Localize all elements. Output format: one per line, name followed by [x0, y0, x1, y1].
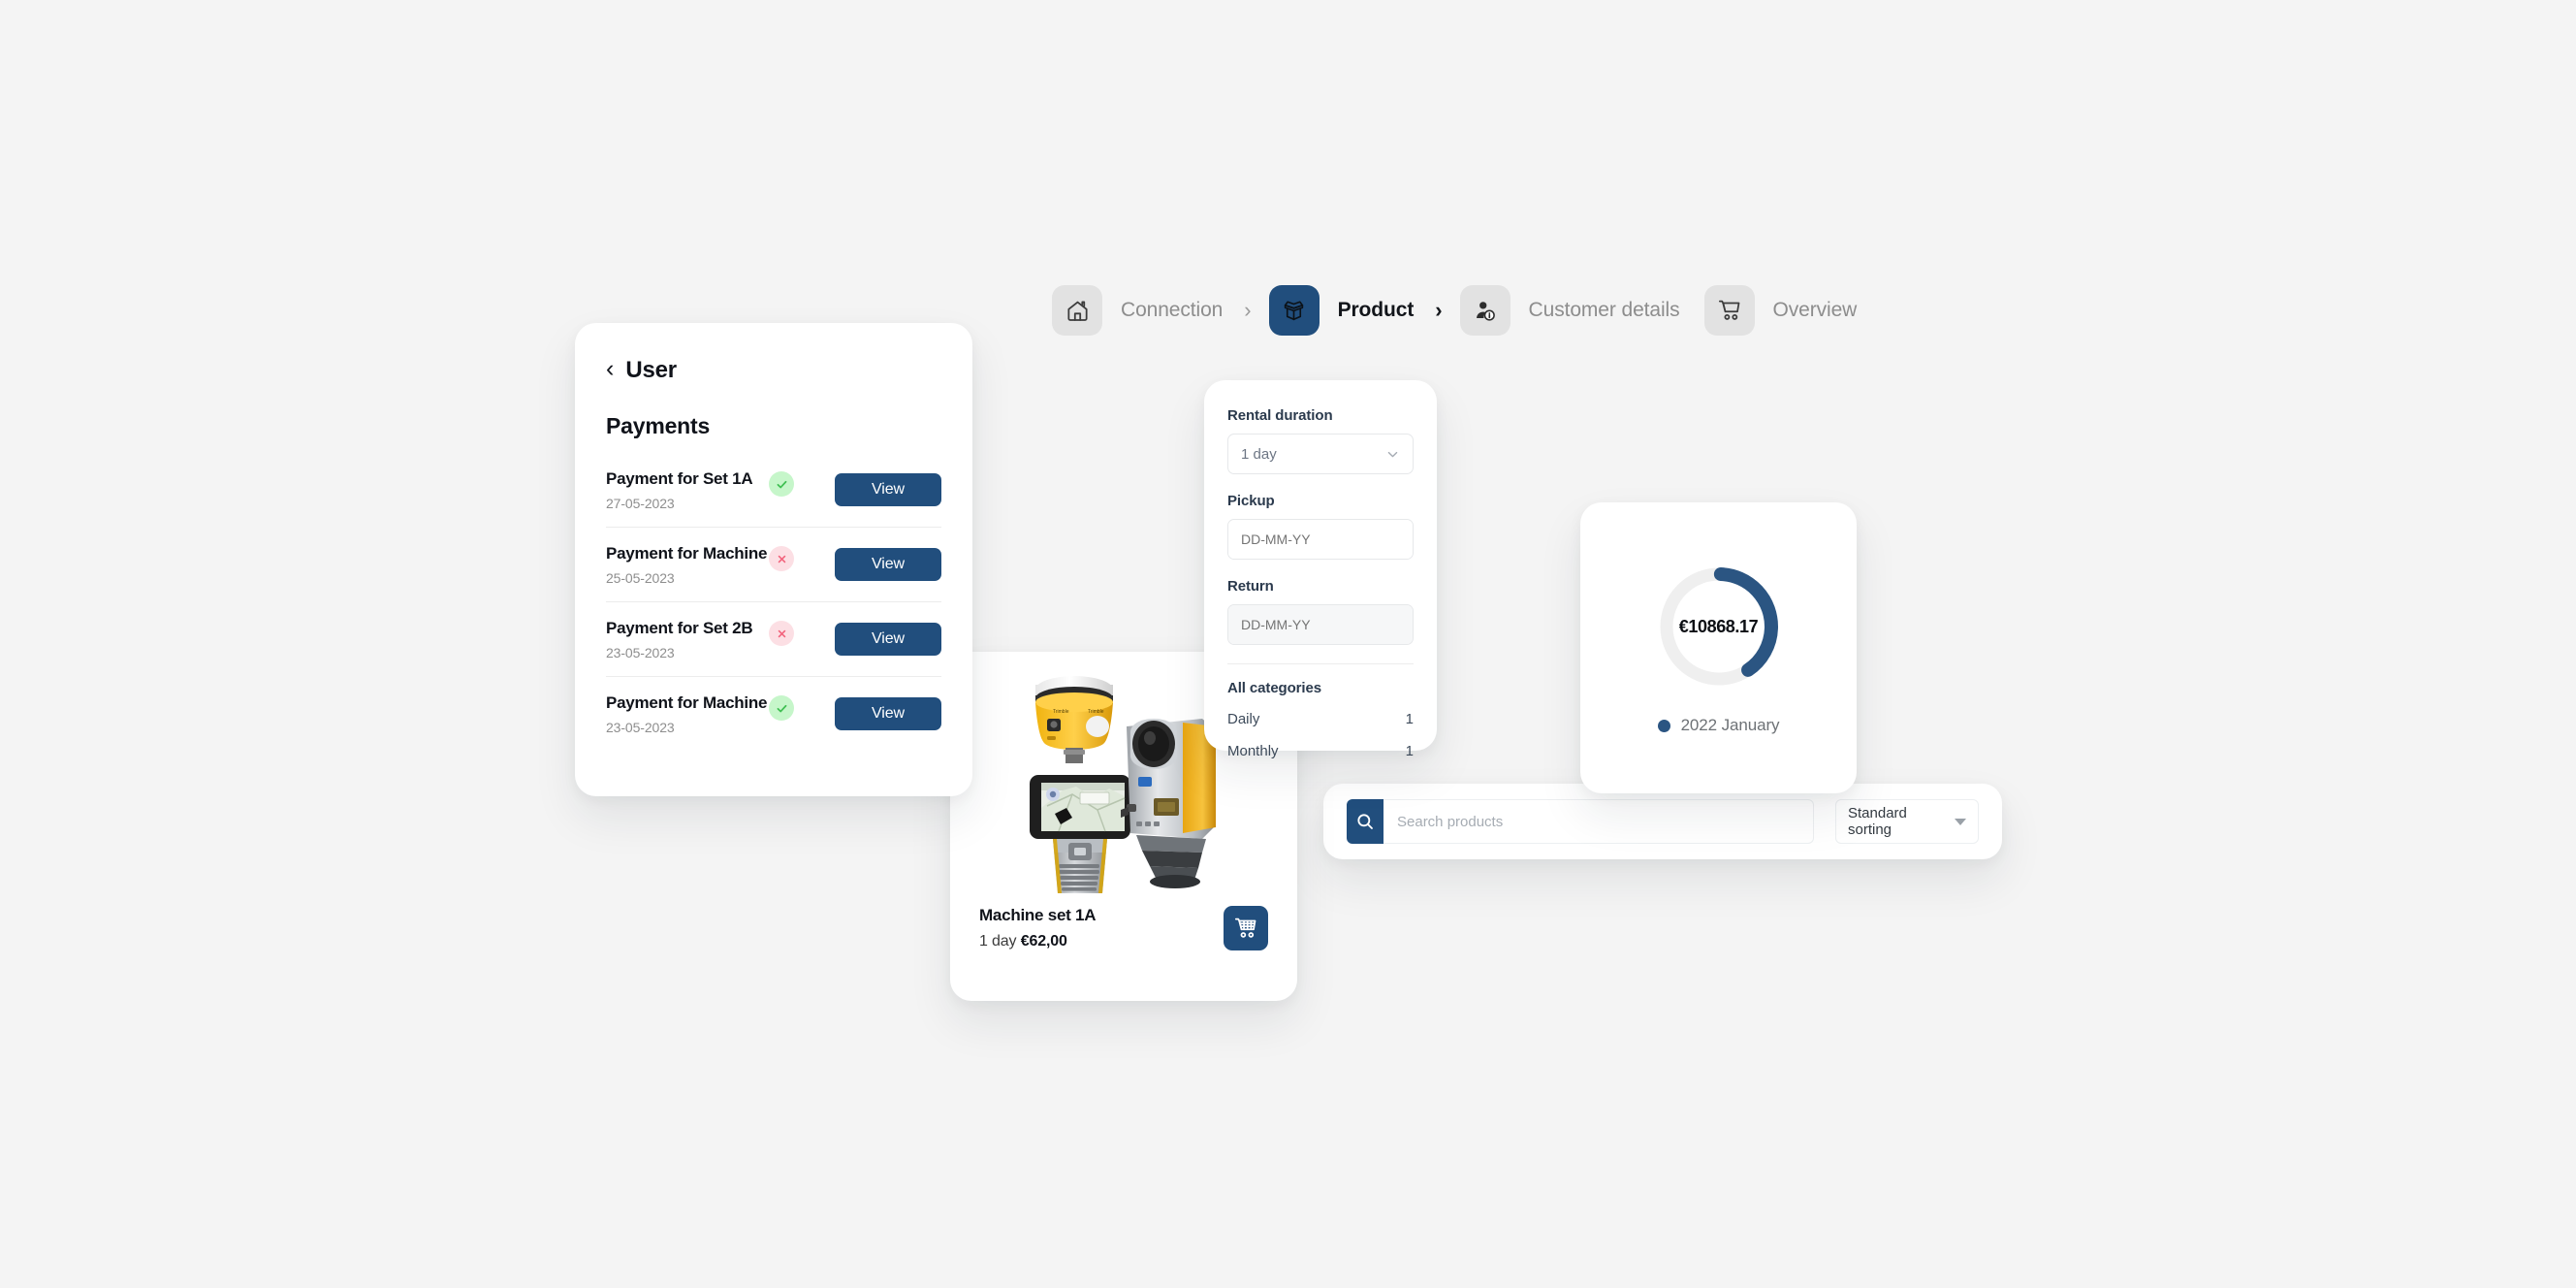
payment-date: 27-05-2023 [606, 496, 675, 511]
payment-info: Payment for Set 2B 23-05-2023 [606, 619, 769, 660]
donut-chart: €10868.17 [1653, 561, 1785, 692]
search-group [1347, 799, 1814, 844]
customer-icon[interactable] [1459, 285, 1511, 336]
pickup-label: Pickup [1227, 493, 1275, 509]
search-button[interactable] [1347, 799, 1383, 844]
breadcrumb-step-product[interactable]: Product [1268, 285, 1415, 336]
donut-center-value: €10868.17 [1678, 616, 1759, 636]
rental-duration-value: 1 day [1241, 445, 1277, 463]
view-button[interactable]: View [835, 548, 941, 581]
search-toolbar: Standard sorting [1323, 784, 2002, 859]
breadcrumb-separator-1: › [1244, 298, 1252, 322]
product-text: Machine set 1A 1 day €62,00 [979, 906, 1097, 950]
cart-icon [1234, 918, 1256, 938]
view-button[interactable]: View [835, 697, 941, 730]
breadcrumb-step-overview[interactable]: Overview [1703, 285, 1858, 336]
payment-date: 25-05-2023 [606, 570, 675, 586]
rental-duration-label: Rental duration [1227, 407, 1333, 424]
breadcrumb-label-connection: Connection [1121, 299, 1224, 321]
cart-icon[interactable] [1703, 285, 1755, 336]
product-footer: Machine set 1A 1 day €62,00 [950, 906, 1297, 950]
page-title: User [625, 357, 677, 383]
gnss-receiver: Trimble Trimble [1035, 676, 1113, 763]
payment-name: Payment for Set 2B [606, 619, 753, 637]
rental-duration-value-wrap[interactable]: 1 day [1228, 435, 1413, 473]
breadcrumb-label-overview: Overview [1772, 299, 1858, 321]
product-name: Machine set 1A [979, 906, 1097, 924]
payments-list: Payment for Set 1A 27-05-2023 View Payme… [606, 453, 941, 751]
return-control[interactable]: Select... [1227, 604, 1414, 645]
divider [1227, 663, 1414, 664]
breadcrumb-step-connection[interactable]: Connection [1052, 285, 1223, 336]
category-count: 1 [1405, 711, 1414, 727]
revenue-donut-chart-card: €10868.17 2022 January [1580, 502, 1857, 793]
chevron-left-icon[interactable]: ‹ [606, 357, 614, 381]
payment-name: Payment for Machine [606, 693, 768, 712]
payment-date: 23-05-2023 [606, 645, 675, 660]
breadcrumb-step-customer-details[interactable]: Customer details [1459, 285, 1680, 336]
table-row: Payment for Set 2B 23-05-2023 View [606, 602, 941, 677]
chart-legend: 2022 January [1657, 716, 1780, 735]
payment-name: Payment for Machine [606, 544, 768, 563]
search-input[interactable] [1383, 799, 1814, 844]
category-label: Daily [1227, 711, 1260, 727]
breadcrumb-label-customer-details: Customer details [1528, 299, 1680, 321]
surveying-equipment-illustration: Trimble Trimble [1030, 676, 1216, 893]
status-badge-failed [769, 621, 794, 646]
pickup-date-input[interactable] [1228, 520, 1413, 559]
legend-label: 2022 January [1680, 716, 1780, 734]
table-row: Payment for Set 1A 27-05-2023 View [606, 453, 941, 528]
pickup-block: Pickup Select... [1227, 493, 1414, 560]
sort-select[interactable]: Standard sorting [1835, 799, 1979, 844]
box-icon[interactable] [1268, 285, 1320, 336]
return-block: Return Select... [1227, 578, 1414, 645]
breadcrumb: Connection › Product › Customer details … [1052, 283, 1857, 338]
chevron-down-icon [1955, 818, 1966, 825]
panel-header: ‹ User [606, 357, 941, 384]
category-item-daily[interactable]: Daily 1 [1227, 711, 1414, 727]
sort-value: Standard sorting [1848, 805, 1907, 838]
add-to-cart-button[interactable] [1224, 906, 1268, 950]
categories-title: All categories [1227, 680, 1321, 696]
rental-filter-panel: Rental duration 1 day Pickup Select... [1204, 380, 1437, 759]
table-row: Payment for Machine 23-05-2023 View [606, 677, 941, 751]
breadcrumb-label-product: Product [1337, 299, 1415, 321]
app-canvas: Connection › Product › Customer details … [0, 0, 2576, 1288]
section-title-payments: Payments [606, 413, 711, 438]
rental-duration-select[interactable]: 1 day [1227, 434, 1414, 474]
return-label: Return [1227, 578, 1274, 595]
payment-name: Payment for Set 1A [606, 469, 753, 488]
chevron-down-icon [1380, 447, 1400, 462]
svg-text:Trimble: Trimble [1088, 709, 1104, 715]
legend-dot [1657, 719, 1670, 732]
product-duration: 1 day [979, 933, 1017, 950]
category-label: Monthly [1227, 743, 1279, 759]
payment-info: Payment for Machine 25-05-2023 [606, 544, 769, 586]
home-icon[interactable] [1052, 285, 1102, 336]
field-controller [1030, 775, 1130, 893]
category-count: 1 [1405, 743, 1414, 759]
rental-duration-block: Rental duration 1 day [1227, 407, 1414, 474]
table-row: Payment for Machine 25-05-2023 View [606, 528, 941, 602]
pickup-control[interactable]: Select... [1227, 519, 1414, 560]
category-item-monthly[interactable]: Monthly 1 [1227, 743, 1414, 759]
user-payments-panel: ‹ User Payments Payment for Set 1A 27-05… [575, 323, 972, 796]
status-badge-success [769, 695, 794, 721]
payment-info: Payment for Set 1A 27-05-2023 [606, 469, 769, 511]
product-price: 1 day €62,00 [979, 933, 1096, 950]
payment-info: Payment for Machine 23-05-2023 [606, 693, 769, 735]
breadcrumb-separator-2: › [1435, 298, 1443, 322]
status-badge-failed [769, 546, 794, 571]
view-button[interactable]: View [835, 473, 941, 506]
svg-text:Trimble: Trimble [1053, 709, 1069, 715]
status-badge-success [769, 471, 794, 497]
product-amount: €62,00 [1020, 933, 1067, 950]
total-station [1121, 719, 1216, 888]
payment-date: 23-05-2023 [606, 720, 675, 735]
return-date-input[interactable] [1228, 605, 1413, 644]
search-icon [1357, 814, 1373, 829]
view-button[interactable]: View [835, 623, 941, 656]
